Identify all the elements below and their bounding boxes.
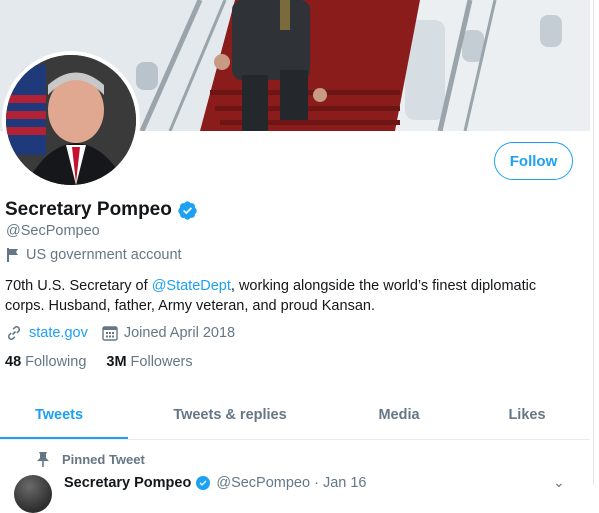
follow-button[interactable]: Follow xyxy=(494,142,573,180)
following-count: 48 xyxy=(5,354,22,370)
pinned-label: Pinned Tweet xyxy=(62,452,145,467)
tab-media[interactable]: Media xyxy=(355,390,443,439)
caret-down-icon[interactable]: ⌄ xyxy=(553,474,565,491)
bio-mention-link[interactable]: @StateDept xyxy=(152,278,231,294)
profile-tabs: Tweets Tweets & replies Media Likes xyxy=(0,390,590,440)
scrollbar-rail xyxy=(593,0,594,485)
profile-handle: @SecPompeo xyxy=(6,223,100,239)
profile-meta: state.gov Joined April 2018 xyxy=(5,324,235,342)
profile-stats: 48 Following 3M Followers xyxy=(5,354,213,370)
bio-prefix: 70th U.S. Secretary of xyxy=(5,278,152,294)
tweet-author-handle: @SecPompeo · Jan 16 xyxy=(216,475,367,491)
tweet-author-name[interactable]: Secretary Pompeo xyxy=(64,475,191,491)
joined-date: Joined April 2018 xyxy=(123,325,236,341)
scrollbar[interactable] xyxy=(590,0,599,485)
verified-badge-icon xyxy=(196,476,211,490)
tweet-header: Secretary Pompeo @SecPompeo · Jan 16 xyxy=(64,475,366,491)
following-label: Following xyxy=(25,354,87,370)
verified-badge-icon xyxy=(178,200,197,220)
profile-bio: 70th U.S. Secretary of @StateDept, worki… xyxy=(5,276,565,316)
calendar-icon xyxy=(102,326,118,341)
tab-likes[interactable]: Likes xyxy=(490,390,564,439)
pin-icon xyxy=(37,452,49,467)
tweet-author-avatar[interactable] xyxy=(14,475,52,513)
tab-tweets[interactable]: Tweets xyxy=(0,390,118,439)
followers-stat[interactable]: 3M Followers xyxy=(106,354,192,370)
link-icon xyxy=(7,326,21,340)
display-name: Secretary Pompeo xyxy=(5,199,172,220)
followers-count: 3M xyxy=(106,354,127,370)
profile-name-row: Secretary Pompeo xyxy=(5,199,198,221)
website-link[interactable]: state.gov xyxy=(29,325,88,341)
account-type-label: US government account xyxy=(26,247,182,263)
pinned-tweet-label: Pinned Tweet xyxy=(36,451,145,468)
avatar[interactable] xyxy=(6,55,136,185)
account-type: US government account xyxy=(6,247,182,263)
active-tab-indicator xyxy=(0,437,128,439)
followers-label: Followers xyxy=(130,354,193,370)
following-stat[interactable]: 48 Following xyxy=(5,354,86,370)
flag-icon xyxy=(7,248,18,262)
tab-tweets-replies[interactable]: Tweets & replies xyxy=(160,390,300,439)
